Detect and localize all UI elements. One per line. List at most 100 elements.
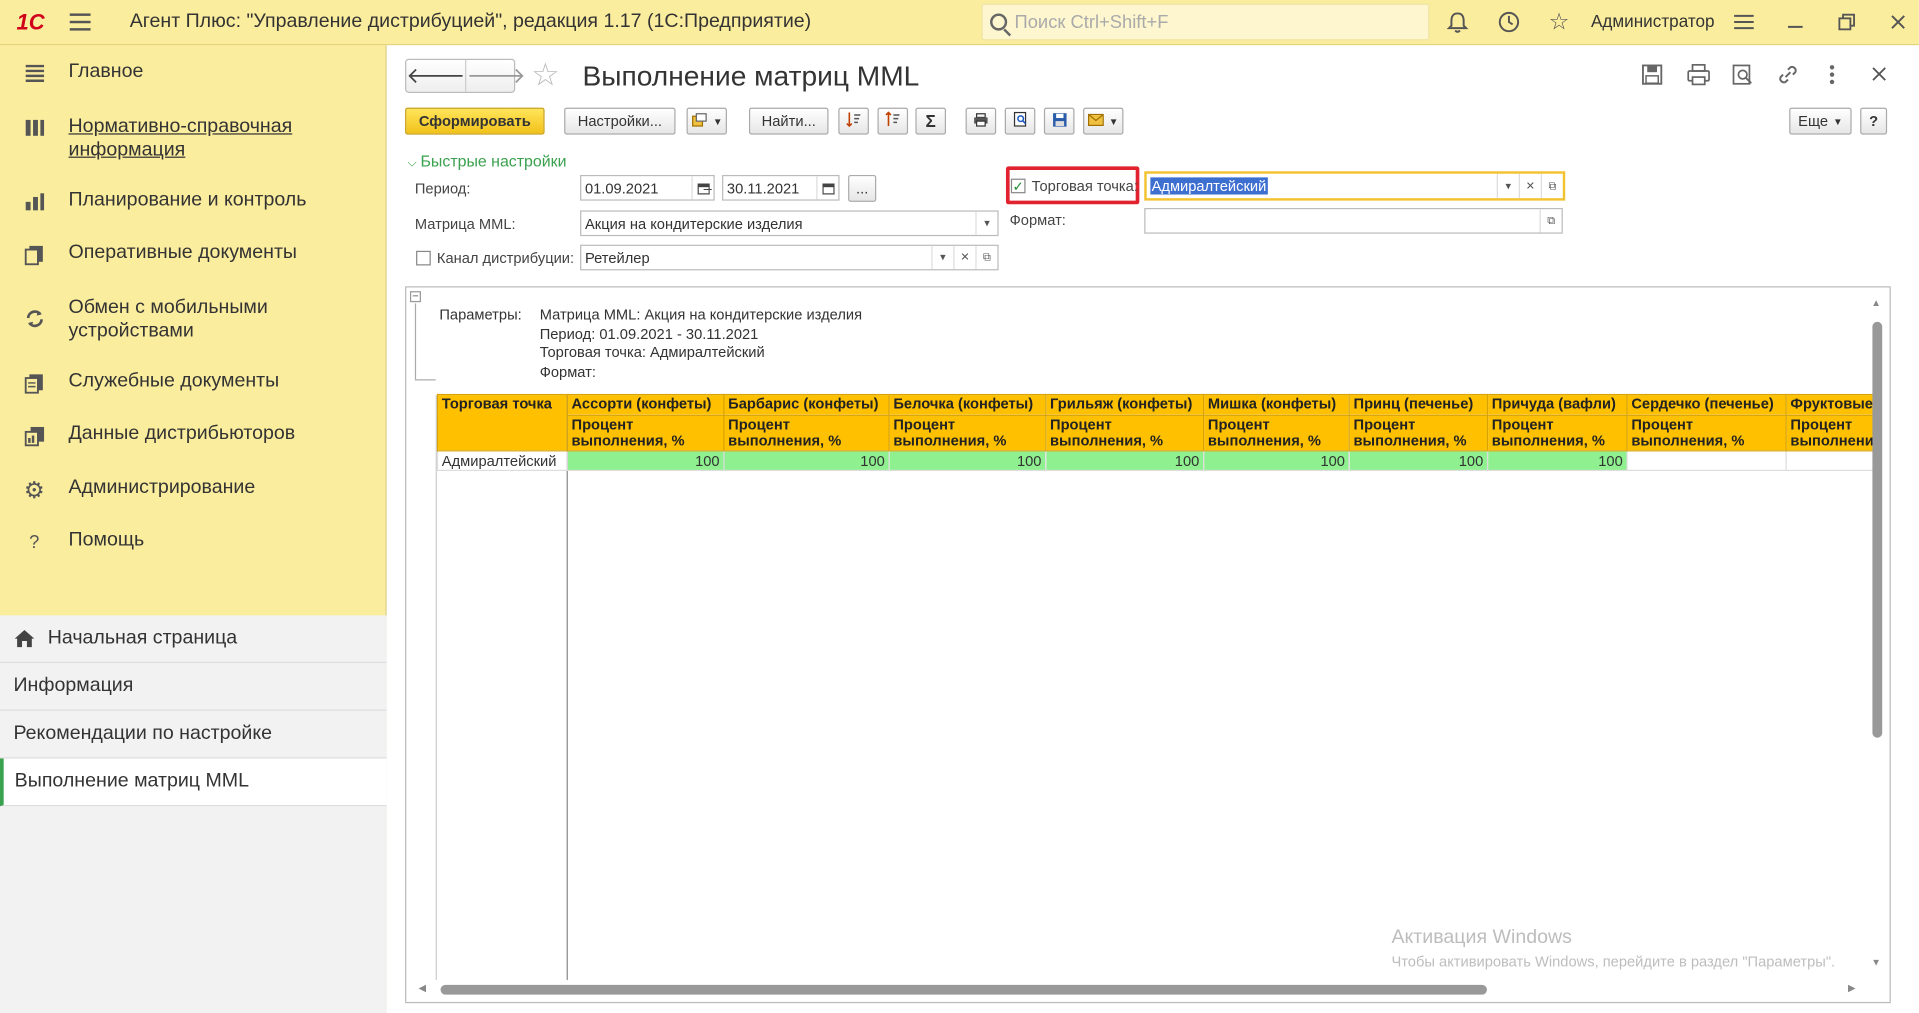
quick-settings-header[interactable]: ⌵ Быстрые настройки [408, 152, 567, 170]
calendar-icon[interactable] [816, 176, 838, 200]
table-cell[interactable] [1626, 450, 1787, 472]
chevron-down-icon[interactable]: ▾ [1496, 173, 1519, 199]
clear-icon[interactable]: ✕ [953, 245, 975, 270]
table-cell[interactable]: 100 [1202, 450, 1350, 472]
open-window-home[interactable]: Начальная страница [0, 615, 387, 664]
outlet-checkbox[interactable]: ✓ [1010, 178, 1026, 194]
settings-menu-icon[interactable] [1729, 7, 1758, 36]
windows-activation-watermark: Активация Windows Чтобы активировать Win… [1391, 927, 1835, 970]
notifications-bell-icon[interactable] [1443, 7, 1472, 36]
help-button[interactable]: ? [1860, 107, 1888, 135]
column-header: Барбарис (конфеты) [723, 393, 890, 416]
row-outlet-name[interactable]: Адмиралтейский [436, 450, 568, 472]
print-report-button[interactable] [965, 107, 997, 135]
sidebar-item-label: Администрирование [68, 477, 256, 498]
period-select-button[interactable]: ... [848, 174, 877, 202]
scroll-up-arrow-icon[interactable]: ▲ [1871, 297, 1881, 308]
sidebar-item-distributor-data[interactable]: Данные дистрибьюторов [0, 423, 387, 447]
sidebar-item-operational-docs[interactable]: Оперативные документы [0, 242, 387, 266]
table-cell[interactable]: 100 [1348, 450, 1489, 472]
save-report-button[interactable] [1043, 107, 1075, 135]
vertical-scroll-thumb[interactable] [1872, 321, 1883, 738]
sidebar-item-administration[interactable]: ⚙ Администрирование [0, 477, 387, 505]
table-cell[interactable]: 100 [723, 450, 890, 472]
open-icon[interactable]: ⧉ [1539, 209, 1562, 233]
period-from-field[interactable]: 01.09.2021 [580, 174, 715, 201]
collapse-group-icon[interactable]: − [409, 291, 421, 303]
close-app-icon[interactable] [1883, 7, 1912, 36]
table-cell[interactable]: 100 [1045, 450, 1205, 472]
sidebar-item-planning[interactable]: Планирование и контроль [0, 190, 387, 212]
link-icon[interactable] [1777, 64, 1799, 92]
variants-dropdown-button[interactable]: ▼ [686, 107, 727, 135]
matrix-mml-label: Матрица MML: [414, 215, 516, 233]
history-icon[interactable] [1494, 7, 1523, 36]
horizontal-scroll-thumb[interactable] [440, 984, 1487, 995]
channel-select[interactable]: Ретейлер ▾ ✕ ⧉ [580, 244, 999, 271]
scroll-left-arrow-icon[interactable]: ◀ [419, 982, 427, 993]
table-cell[interactable]: 100 [888, 450, 1047, 472]
help-icon: ? [29, 532, 40, 553]
clear-icon[interactable]: ✕ [1518, 173, 1541, 199]
horizontal-scrollbar[interactable]: ◀ ▶ [416, 982, 1872, 997]
sidebar-item-mobile-exchange[interactable]: Обмен с мобильными устройствами [0, 296, 387, 342]
search-input[interactable]: Поиск Ctrl+Shift+F [981, 3, 1430, 41]
print-preview-button[interactable] [1004, 107, 1036, 135]
more-vertical-icon[interactable] [1828, 64, 1835, 92]
column-subheader: Процент выполнения, % [1202, 414, 1350, 452]
forward-arrow-icon[interactable]: 🡒 [467, 60, 526, 92]
open-window-information[interactable]: Информация [0, 663, 387, 711]
close-form-icon[interactable] [1871, 64, 1887, 88]
spreadsheet-report[interactable]: − Параметры: Матрица MML: Акция на конди… [405, 286, 1891, 1004]
current-user[interactable]: Администратор [1591, 11, 1715, 31]
sidebar-item-main[interactable]: Главное [0, 61, 387, 83]
chevron-down-icon[interactable]: ▾ [975, 211, 997, 235]
matrix-mml-select[interactable]: Акция на кондитерские изделия ▾ [580, 210, 999, 237]
scroll-down-arrow-icon[interactable]: ▼ [1871, 957, 1881, 968]
favorites-star-icon[interactable]: ☆ [1544, 7, 1573, 36]
sort-button[interactable] [838, 107, 869, 135]
open-icon[interactable]: ⧉ [975, 245, 997, 270]
restore-window-icon[interactable] [1832, 7, 1861, 36]
table-cell[interactable] [1785, 450, 1879, 472]
generate-button[interactable]: Сформировать [405, 107, 545, 135]
chevron-down-icon[interactable]: ▾ [931, 245, 953, 270]
sidebar-item-help[interactable]: ? Помощь [0, 530, 387, 553]
add-to-favorites-star-icon[interactable]: ☆ [531, 56, 560, 94]
print-icon[interactable] [1686, 63, 1710, 92]
minimize-icon[interactable] [1781, 7, 1810, 36]
period-dash: – [703, 179, 712, 197]
more-button-label: Еще [1798, 112, 1829, 130]
open-window-label: Начальная страница [47, 627, 238, 649]
preview-icon[interactable] [1732, 64, 1754, 92]
sidebar-item-service-docs[interactable]: Служебные документы [0, 371, 387, 394]
find-button[interactable]: Найти... [748, 107, 829, 135]
table-row[interactable]: Адмиралтейский 100 100 100 100 100 100 1… [436, 450, 1879, 472]
back-arrow-icon[interactable]: 🡐 [406, 59, 467, 92]
settings-button[interactable]: Настройки... [564, 107, 676, 135]
more-button[interactable]: Еще ▼ [1789, 107, 1852, 135]
send-email-button[interactable]: ▼ [1083, 107, 1124, 135]
format-field[interactable]: ⧉ [1144, 207, 1563, 234]
table-cell[interactable]: 100 [566, 450, 725, 472]
group-button[interactable] [877, 107, 909, 135]
table-cell[interactable]: 100 [1486, 450, 1628, 472]
channel-value: Ретейлер [584, 248, 650, 267]
open-window-mml-matrix[interactable]: Выполнение матриц MML [0, 758, 387, 807]
sidebar-item-reference[interactable]: Нормативно-справочная информация [0, 115, 387, 161]
sum-button[interactable]: Σ [915, 107, 946, 135]
open-icon[interactable]: ⧉ [1540, 173, 1563, 199]
save-disk-icon[interactable] [1641, 64, 1663, 92]
period-to-field[interactable]: 30.11.2021 [722, 174, 840, 201]
column-header: Грильяж (конфеты) [1045, 393, 1205, 416]
column-subheader: Процент выполнения, % [888, 414, 1047, 452]
vertical-scrollbar[interactable]: ▲ ▼ [1871, 292, 1886, 977]
outlet-select[interactable]: Адмиралтейский ▾ ✕ ⧉ [1144, 171, 1566, 201]
report-variants-icon [691, 112, 708, 130]
channel-checkbox[interactable] [416, 250, 431, 266]
sidebar-item-label: Данные дистрибьюторов [68, 423, 296, 445]
scroll-right-arrow-icon[interactable]: ▶ [1848, 982, 1856, 993]
logo-1c[interactable]: 1С [0, 0, 61, 45]
main-menu-icon[interactable] [61, 0, 98, 45]
open-window-recommendations[interactable]: Рекомендации по настройке [0, 711, 387, 759]
